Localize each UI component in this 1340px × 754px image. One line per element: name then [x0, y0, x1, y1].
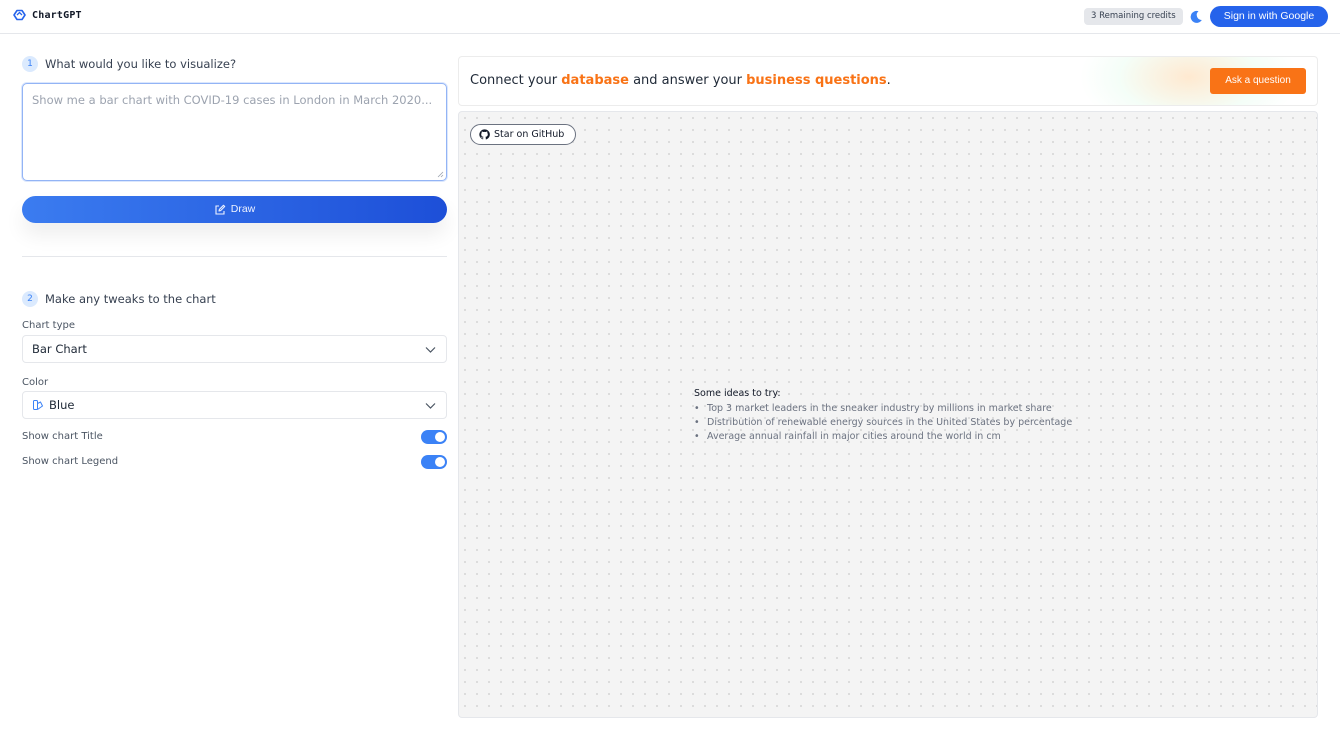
resize-handle-icon[interactable] — [437, 171, 444, 178]
bullet-icon: • — [694, 417, 700, 428]
idea-text: Distribution of renewable energy sources… — [707, 417, 1073, 428]
ideas-title: Some ideas to try: — [694, 388, 781, 399]
logo-icon — [13, 9, 26, 21]
prompt-textarea[interactable]: Show me a bar chart with COVID-19 cases … — [22, 83, 447, 181]
github-icon — [479, 129, 490, 140]
palette-icon — [33, 400, 44, 410]
bullet-icon: • — [694, 403, 700, 414]
banner-text-part: . — [886, 73, 891, 88]
step-number: 2 — [22, 291, 38, 307]
app-logo[interactable]: ChartGPT — [12, 9, 82, 21]
step-number: 1 — [22, 56, 38, 72]
step-label: Make any tweaks to the chart — [45, 292, 216, 306]
credits-badge: 3 Remaining credits — [1084, 8, 1183, 25]
sign-in-google-button[interactable]: Sign in with Google — [1210, 6, 1328, 27]
show-legend-label: Show chart Legend — [22, 456, 119, 467]
banner-highlight-business: business questions — [746, 73, 887, 88]
color-select[interactable]: Blue — [22, 391, 447, 419]
bullet-icon: • — [694, 431, 700, 442]
top-bar: ChartGPT 3 Remaining credits Sign in wit… — [0, 0, 1340, 34]
toggle-knob — [435, 457, 445, 467]
chart-type-label: Chart type — [22, 320, 75, 331]
chart-type-select[interactable]: Bar Chart — [22, 335, 447, 363]
banner-text: Connect your database and answer your bu… — [470, 73, 891, 88]
github-label: Star on GitHub — [494, 129, 565, 140]
step-1-heading: 1 What would you like to visualize? — [22, 56, 236, 72]
show-legend-toggle[interactable] — [421, 455, 447, 469]
show-title-toggle[interactable] — [421, 430, 447, 444]
show-title-label: Show chart Title — [22, 431, 103, 442]
banner-highlight-database: database — [561, 73, 629, 88]
github-star-button[interactable]: Star on GitHub — [470, 124, 577, 145]
color-value-wrap: Blue — [32, 398, 74, 412]
app-name: ChartGPT — [32, 9, 82, 21]
toggle-knob — [435, 432, 445, 442]
idea-item[interactable]: • Distribution of renewable energy source… — [694, 416, 1072, 430]
draw-button[interactable]: Draw — [22, 196, 447, 223]
idea-text: Top 3 market leaders in the sneaker indu… — [707, 403, 1052, 414]
idea-item[interactable]: • Average annual rainfall in major cities… — [694, 430, 1072, 444]
ideas-list: Some ideas to try: • Top 3 market leaders… — [694, 388, 1072, 444]
chevron-down-icon — [425, 403, 436, 409]
chart-canvas: Star on GitHub Some ideas to try: • Top 3… — [458, 111, 1318, 718]
ask-question-button[interactable]: Ask a question — [1210, 68, 1306, 94]
banner-text-part: Connect your — [470, 73, 562, 88]
color-label: Color — [22, 377, 49, 388]
idea-item[interactable]: • Top 3 market leaders in the sneaker ind… — [694, 402, 1072, 416]
step-label: What would you like to visualize? — [45, 57, 237, 71]
moon-icon[interactable] — [1188, 9, 1204, 25]
chart-type-value: Bar Chart — [32, 342, 87, 356]
draw-label: Draw — [230, 203, 256, 215]
section-divider — [22, 256, 447, 257]
color-value: Blue — [49, 398, 75, 412]
promo-banner: Connect your database and answer your bu… — [458, 56, 1318, 106]
step-2-heading: 2 Make any tweaks to the chart — [22, 291, 216, 307]
chevron-down-icon — [425, 347, 436, 353]
prompt-placeholder: Show me a bar chart with COVID-19 cases … — [32, 93, 433, 107]
banner-text-part: and answer your — [628, 73, 747, 88]
idea-text: Average annual rainfall in major cities … — [707, 431, 1001, 442]
edit-icon — [215, 204, 225, 215]
